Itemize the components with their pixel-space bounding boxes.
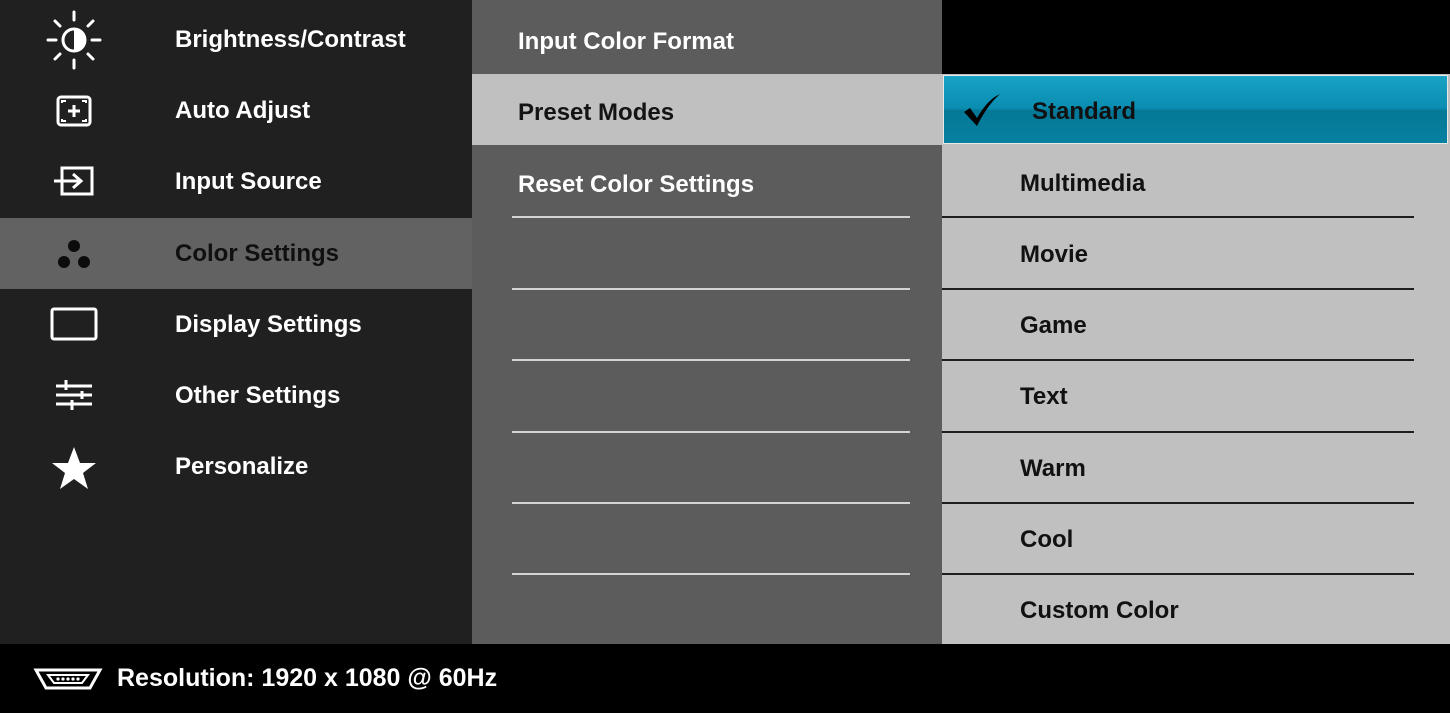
monitor-osd: Brightness/Contrast Auto Adjust Input So… [0,0,1450,713]
preset-option-label: Warm [1020,455,1086,482]
menu-item-label: Color Settings [175,240,340,267]
preset-modes-list: Standard Multimedia Movie Game Text Warm… [942,74,1450,644]
preset-option-warm[interactable]: Warm [942,431,1450,502]
other-settings-icon [42,366,106,426]
divider [512,573,910,575]
preset-option-label: Game [1020,312,1087,339]
preset-option-label: Movie [1020,241,1089,268]
divider [512,431,910,433]
menu-item-other-settings[interactable]: Other Settings [0,360,472,431]
submenu-item-input-color-format[interactable]: Input Color Format [472,4,942,75]
menu-item-brightness-contrast[interactable]: Brightness/Contrast [0,4,472,75]
submenu-item-label: Preset Modes [518,99,675,126]
divider [512,359,910,361]
color-settings-submenu: Input Color Format Preset Modes Reset Co… [472,0,942,644]
menu-item-color-settings[interactable]: Color Settings [0,218,472,289]
main-menu: Brightness/Contrast Auto Adjust Input So… [0,0,472,644]
menu-item-label: Auto Adjust [175,97,311,124]
menu-item-label: Input Source [175,168,322,195]
input-source-icon [42,152,106,212]
preset-option-game[interactable]: Game [942,288,1450,359]
color-settings-icon [42,224,106,284]
submenu-item-reset-color-settings[interactable]: Reset Color Settings [472,146,942,217]
brightness-icon [42,10,106,70]
divider [512,216,910,218]
menu-item-label: Other Settings [175,382,341,409]
divider [512,288,910,290]
submenu-item-label: Input Color Format [518,28,734,55]
star-icon [42,437,106,497]
menu-item-label: Display Settings [175,311,362,338]
display-settings-icon [42,295,106,355]
checkmark-icon [960,90,1004,135]
menu-item-label: Brightness/Contrast [175,26,406,53]
preset-option-standard[interactable]: Standard [943,75,1448,144]
divider [512,502,910,504]
preset-option-multimedia[interactable]: Multimedia [942,146,1450,217]
preset-option-label: Custom Color [1020,597,1179,624]
menu-item-label: Personalize [175,453,309,480]
preset-option-text[interactable]: Text [942,359,1450,430]
submenu-item-preset-modes[interactable]: Preset Modes [472,74,942,145]
menu-item-personalize[interactable]: Personalize [0,431,472,502]
preset-option-label: Multimedia [1020,170,1146,197]
preset-option-cool[interactable]: Cool [942,502,1450,573]
auto-adjust-icon [42,81,106,141]
preset-option-label: Text [1020,383,1068,410]
preset-option-label: Standard [1032,98,1137,125]
preset-option-custom-color[interactable]: Custom Color [942,573,1450,644]
status-bar: Resolution: 1920 x 1080 @ 60Hz [0,644,1450,713]
preset-option-label: Cool [1020,526,1074,553]
menu-item-auto-adjust[interactable]: Auto Adjust [0,75,472,146]
preset-option-movie[interactable]: Movie [942,217,1450,288]
vga-connector-icon [32,666,104,697]
menu-item-input-source[interactable]: Input Source [0,146,472,217]
menu-item-display-settings[interactable]: Display Settings [0,289,472,360]
submenu-item-label: Reset Color Settings [518,171,755,198]
resolution-text: Resolution: 1920 x 1080 @ 60Hz [117,664,498,692]
